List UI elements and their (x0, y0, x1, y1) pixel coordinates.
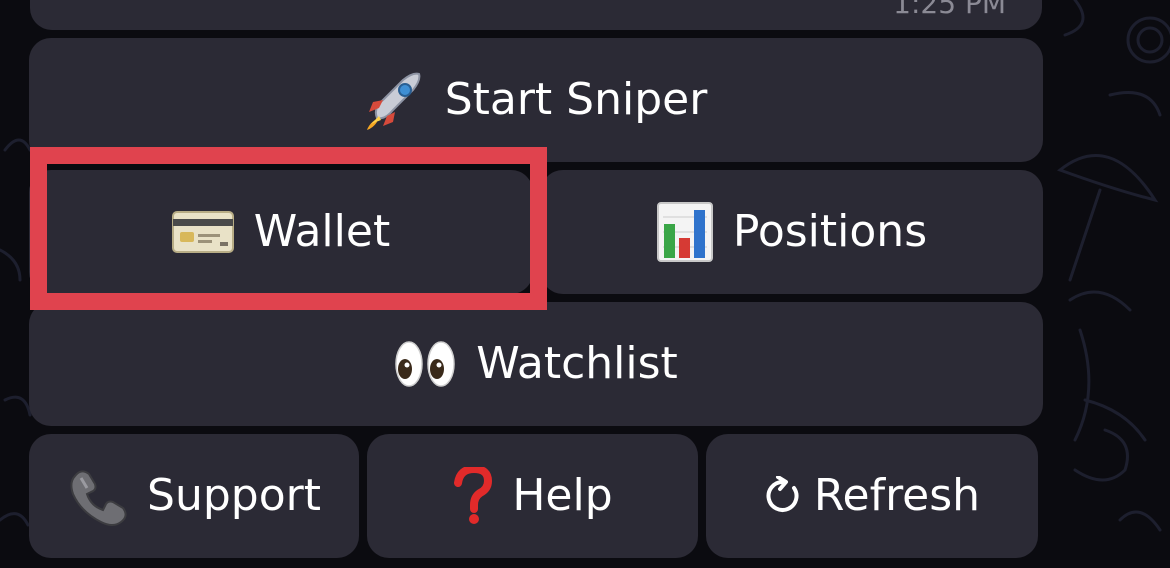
help-label: Help (512, 470, 613, 521)
help-button[interactable]: Help (367, 434, 698, 558)
start-sniper-button[interactable]: Start Sniper (29, 38, 1043, 162)
support-label: Support (147, 470, 321, 521)
support-button[interactable]: Support (29, 434, 359, 558)
positions-button[interactable]: Positions (541, 170, 1043, 294)
refresh-label: Refresh (813, 470, 981, 521)
rocket-icon (365, 70, 425, 130)
start-sniper-label: Start Sniper (444, 74, 708, 125)
bar-chart-icon (656, 202, 713, 262)
watchlist-button[interactable]: Watchlist (29, 302, 1043, 426)
wallet-button[interactable]: Wallet (29, 170, 533, 294)
watchlist-label: Watchlist (476, 338, 678, 389)
message-bubble: 1:25 PM (30, 0, 1042, 30)
telephone-icon (67, 466, 127, 526)
refresh-icon (764, 476, 802, 516)
question-mark-icon (452, 467, 493, 525)
refresh-button[interactable]: Refresh (706, 434, 1038, 558)
credit-card-icon (171, 210, 234, 254)
message-timestamp: 1:25 PM (893, 0, 1006, 20)
eyes-icon (394, 339, 456, 389)
wallet-label: Wallet (253, 206, 391, 257)
positions-label: Positions (732, 206, 928, 257)
